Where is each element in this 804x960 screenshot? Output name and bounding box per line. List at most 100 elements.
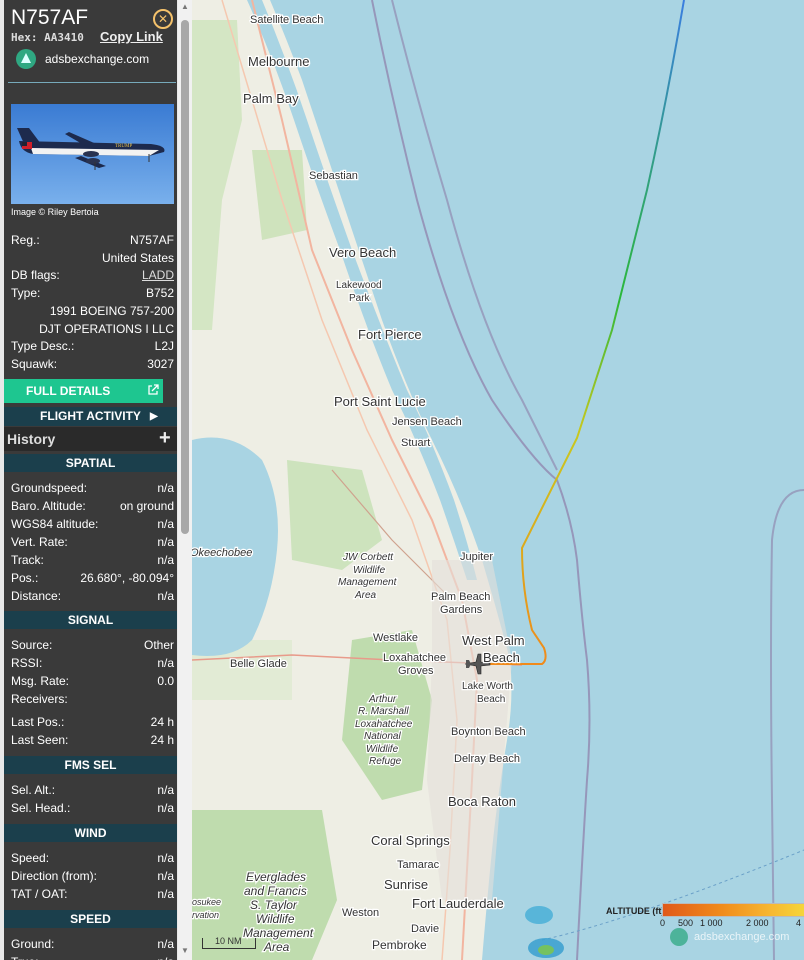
signal-row-label: Source:: [11, 638, 53, 652]
svg-text:Everglades: Everglades: [246, 870, 306, 884]
speed-row-value: n/a: [157, 937, 174, 951]
fms-header: FMS SEL: [4, 756, 177, 774]
photo-caption: Image © Riley Bertoia: [11, 207, 99, 217]
signal-row-label: RSSI:: [11, 656, 43, 670]
watermark-text: adsbexchange.com: [694, 931, 790, 943]
signal-row-label: Last Seen:: [11, 733, 69, 747]
altitude-legend-title: ALTITUDE (ft): [606, 906, 665, 916]
svg-text:West Palm: West Palm: [462, 633, 525, 648]
wind-row-label: Direction (from):: [11, 869, 98, 883]
history-label: History: [7, 431, 56, 447]
typedesc-label: Type Desc.:: [11, 339, 75, 353]
signal-row-value: Other: [143, 638, 174, 652]
signal-row-value: n/a: [157, 656, 174, 670]
svg-text:Area: Area: [354, 590, 377, 601]
external-link-icon: [148, 384, 159, 395]
map-canvas[interactable]: Satellite Beach Melbourne Palm Bay Sebas…: [192, 0, 804, 960]
svg-text:Arthur: Arthur: [368, 694, 397, 705]
flight-activity-button[interactable]: FLIGHT ACTIVITY ▶: [4, 407, 177, 426]
svg-text:R. Marshall: R. Marshall: [358, 706, 409, 717]
spatial-row-label: WGS84 altitude:: [11, 517, 99, 531]
wind-row-label: TAT / OAT:: [11, 887, 68, 901]
label-pembroke: Pembroke: [372, 938, 427, 952]
spatial-row-label: Groundspeed:: [11, 481, 88, 495]
fms-row-value: n/a: [157, 783, 174, 797]
squawk-label: Squawk:: [11, 357, 58, 371]
label-davie: Davie: [411, 923, 439, 935]
signal-header: SIGNAL: [4, 611, 177, 629]
scroll-thumb[interactable]: [181, 20, 189, 534]
svg-text:Gardens: Gardens: [440, 604, 483, 616]
fms-row-label: Sel. Alt.:: [11, 783, 56, 797]
reg-value: N757AF: [129, 233, 174, 247]
svg-text:Palm Beach: Palm Beach: [431, 591, 490, 603]
aircraft-info-panel: N757AF ✕ Hex: AA3410 Copy Link adsbexcha…: [4, 0, 177, 960]
sidebar-scrollbar[interactable]: ▲ ▼: [178, 0, 192, 960]
speed-header: SPEED: [4, 910, 177, 928]
svg-text:Wildlife: Wildlife: [366, 744, 399, 755]
signal-row-label: Last Pos.:: [11, 715, 65, 729]
country-value: United States: [101, 251, 174, 265]
chevron-right-icon: ▶: [150, 411, 158, 422]
map-scale-bar: 10 NM: [202, 936, 256, 949]
scroll-down-arrow-icon[interactable]: ▼: [178, 946, 192, 955]
divider: [8, 82, 176, 83]
reg-label: Reg.:: [11, 233, 40, 247]
label-palm-beach-gardens: Palm Beach Gardens: [430, 590, 492, 618]
scale-label: 10 NM: [215, 936, 242, 946]
spatial-row-value: n/a: [157, 589, 174, 603]
aircraft-photo[interactable]: TRUMP: [11, 104, 174, 204]
flight-activity-label: FLIGHT ACTIVITY: [40, 409, 141, 423]
copy-link[interactable]: Copy Link: [100, 29, 163, 44]
wind-row-value: n/a: [157, 851, 174, 865]
label-palm-bay: Palm Bay: [243, 91, 299, 106]
aircraft-photo-image: TRUMP: [11, 104, 174, 204]
svg-text:Loxahatchee: Loxahatchee: [383, 652, 446, 664]
close-icon[interactable]: ✕: [153, 9, 173, 29]
plus-icon: +: [159, 427, 171, 449]
label-weston: Weston: [342, 907, 379, 919]
svg-text:National: National: [364, 731, 401, 742]
dbflags-value-link[interactable]: LADD: [142, 268, 174, 282]
label-jupiter: Jupiter: [460, 551, 493, 563]
label-stuart: Stuart: [401, 437, 430, 449]
fms-row-value: n/a: [157, 801, 174, 815]
spatial-row-value: 26.680°, -80.094°: [80, 571, 174, 585]
signal-row-label: Msg. Rate:: [11, 674, 70, 688]
wind-row-value: n/a: [157, 869, 174, 883]
label-lakewood-park-2: Park: [349, 293, 371, 304]
weather-radar-blobs: [525, 906, 564, 958]
label-jensen-beach: Jensen Beach: [392, 416, 462, 428]
wind-header: WIND: [4, 824, 177, 842]
spatial-row-label: Distance:: [11, 589, 62, 603]
typedesc-value: L2J: [154, 339, 174, 353]
photo-livery-text: TRUMP: [115, 144, 132, 149]
spatial-row-label: Baro. Altitude:: [11, 499, 86, 513]
spatial-header: SPATIAL: [4, 454, 177, 472]
svg-text:Beach: Beach: [483, 650, 520, 665]
svg-text:Refuge: Refuge: [369, 756, 402, 767]
full-details-button[interactable]: FULL DETAILS: [4, 379, 163, 403]
adsbexchange-logo-icon: [16, 49, 36, 69]
history-toggle[interactable]: History +: [4, 427, 177, 451]
label-sunrise: Sunrise: [384, 877, 428, 892]
label-sebastian: Sebastian: [309, 170, 358, 182]
map-view[interactable]: Satellite Beach Melbourne Palm Bay Sebas…: [192, 0, 804, 960]
signal-row-value: 24 h: [150, 715, 174, 729]
dbflags-label: DB flags:: [11, 268, 60, 282]
spatial-row-label: Track:: [11, 553, 44, 567]
flight-track: [477, 0, 685, 665]
label-okeechobee: Okeechobee: [192, 547, 252, 559]
altitude-tick-2000: 2 000: [746, 918, 769, 928]
label-port-saint-lucie: Port Saint Lucie: [334, 394, 426, 409]
altitude-tick-500: 500: [678, 918, 694, 928]
altitude-color-bar: [662, 903, 804, 917]
source-site-link[interactable]: adsbexchange.com: [45, 52, 149, 66]
svg-text:Management: Management: [338, 577, 398, 588]
speed-row-label: Ground:: [11, 937, 55, 951]
scroll-up-arrow-icon[interactable]: ▲: [178, 2, 192, 11]
signal-row-label: Receivers:: [11, 692, 68, 706]
wind-row-value: n/a: [157, 887, 174, 901]
watermark-logo-icon: [670, 928, 688, 946]
spatial-row-label: Pos.:: [11, 571, 39, 585]
